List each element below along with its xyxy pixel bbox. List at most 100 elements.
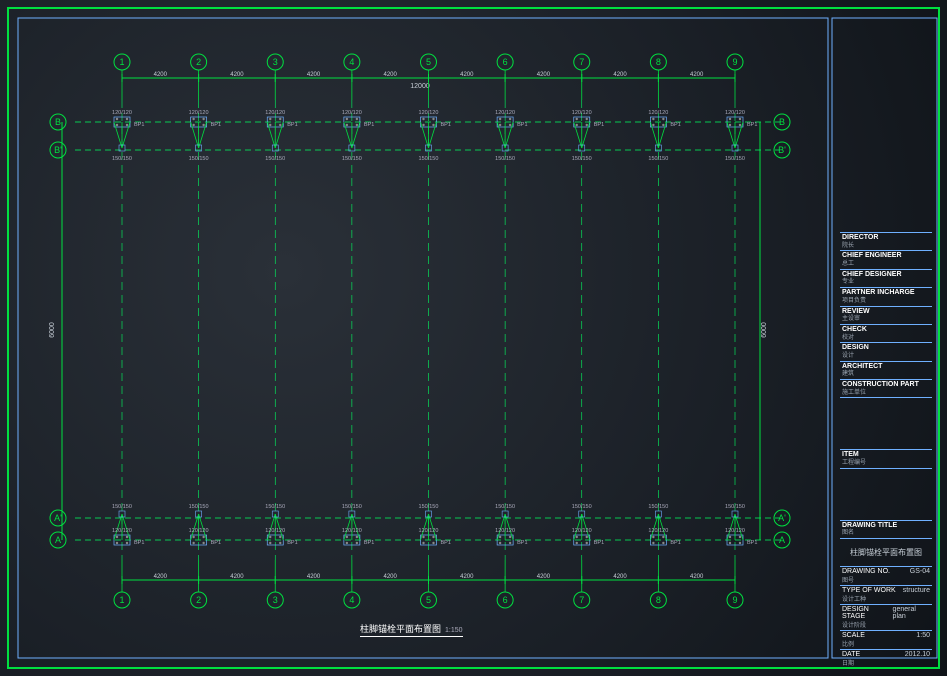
tb-role: CHIEF ENGINEER总工	[840, 250, 932, 268]
svg-text:120/120: 120/120	[725, 528, 745, 534]
svg-text:BP1: BP1	[517, 540, 527, 546]
svg-text:150/150: 150/150	[725, 156, 745, 162]
svg-text:120/120: 120/120	[648, 110, 668, 116]
svg-text:B': B'	[778, 145, 786, 155]
svg-text:120/120: 120/120	[265, 110, 285, 116]
svg-text:150/150: 150/150	[265, 156, 285, 162]
svg-text:2: 2	[196, 57, 201, 67]
svg-text:150/150: 150/150	[725, 504, 745, 510]
base-plate: 120/120BP1150/150	[725, 110, 757, 162]
svg-text:150/150: 150/150	[189, 504, 209, 510]
tb-drawing-title: DRAWING TITLE 图名	[840, 520, 932, 538]
svg-text:2: 2	[196, 595, 201, 605]
tb-role: CONSTRUCTION PART施工单位	[840, 379, 932, 397]
svg-text:B: B	[779, 117, 785, 127]
svg-text:BP1: BP1	[364, 122, 374, 128]
svg-text:150/150: 150/150	[265, 504, 285, 510]
dim-col-spacing: 4200	[537, 574, 551, 580]
svg-text:120/120: 120/120	[572, 528, 592, 534]
base-plate: 120/120BP1150/150	[189, 110, 221, 162]
svg-text:8: 8	[656, 57, 661, 67]
cad-drawing-canvas[interactable]: B B' A' A B B' A' A 12000 6000 6000 1112…	[0, 0, 947, 676]
row-bubbles: B B' A' A B B' A' A	[50, 114, 790, 548]
dim-col-spacing: 4200	[613, 72, 627, 78]
title-block: DIRECTOR院长CHIEF ENGINEER总工CHIEF DESIGNER…	[840, 232, 932, 668]
svg-text:BP1: BP1	[211, 122, 221, 128]
svg-text:BP1: BP1	[670, 540, 680, 546]
svg-text:BP1: BP1	[594, 540, 604, 546]
grid-dash-rows	[75, 122, 780, 540]
tb-role: REVIEW主设审	[840, 306, 932, 324]
dim-col-spacing: 4200	[307, 574, 321, 580]
svg-text:BP1: BP1	[364, 540, 374, 546]
svg-text:5: 5	[426, 57, 431, 67]
base-plate: 120/120BP1150/150	[648, 504, 680, 546]
svg-text:120/120: 120/120	[495, 528, 515, 534]
dim-col-spacing: 4200	[384, 72, 398, 78]
svg-text:BP1: BP1	[747, 540, 757, 546]
base-plate: 120/120BP1 150/150	[342, 110, 374, 162]
dim-col-spacing: 4200	[230, 72, 244, 78]
svg-text:120/120: 120/120	[112, 528, 132, 534]
svg-text:150/150: 150/150	[342, 156, 362, 162]
svg-text:BP1: BP1	[517, 122, 527, 128]
svg-text:BP1: BP1	[134, 540, 144, 546]
svg-text:A': A'	[778, 513, 786, 523]
dim-col-spacing: 4200	[384, 574, 398, 580]
tb-info-row: DESIGN STAGE设计阶段general plan	[840, 604, 932, 630]
dim-row-span-right: 6000	[761, 322, 768, 338]
svg-text:120/120: 120/120	[342, 528, 362, 534]
svg-text:120/120: 120/120	[342, 110, 362, 116]
svg-text:BP1: BP1	[670, 122, 680, 128]
tb-info-row: SCALE比例1:50	[840, 630, 932, 649]
tb-info-row: DRAWING NO.图号GS-04	[840, 566, 932, 585]
svg-text:4: 4	[349, 57, 354, 67]
svg-text:7: 7	[579, 57, 584, 67]
dim-col-spacing: 4200	[690, 574, 704, 580]
base-plate: 120/120BP1150/150	[189, 504, 221, 546]
dim-col-spacing: 4200	[690, 72, 704, 78]
tb-item: ITEM 工程编号	[840, 449, 932, 467]
svg-text:120/120: 120/120	[189, 110, 209, 116]
dim-col-spacing: 4200	[154, 574, 168, 580]
tb-role: ARCHITECT建筑	[840, 361, 932, 379]
tb-drawing-title-value: 柱脚锚栓平面布置图	[840, 538, 932, 566]
svg-text:3: 3	[273, 57, 278, 67]
svg-text:150/150: 150/150	[648, 504, 668, 510]
svg-text:150/150: 150/150	[419, 504, 439, 510]
svg-text:5: 5	[426, 595, 431, 605]
svg-text:150/150: 150/150	[495, 156, 515, 162]
tb-role: CHIEF DESIGNER专业	[840, 269, 932, 287]
svg-text:150/150: 150/150	[572, 156, 592, 162]
dim-col-spacing: 4200	[460, 574, 474, 580]
tb-info-row: DATE日期2012.10	[840, 649, 932, 668]
tb-role: DESIGN设计	[840, 342, 932, 360]
svg-text:1: 1	[119, 57, 124, 67]
svg-text:BP1: BP1	[594, 122, 604, 128]
svg-text:BP1: BP1	[441, 540, 451, 546]
svg-text:150/150: 150/150	[112, 156, 132, 162]
svg-text:120/120: 120/120	[572, 110, 592, 116]
dim-mid-span: 12000	[410, 83, 430, 90]
dim-col-spacing: 4200	[307, 72, 321, 78]
base-plate: 120/120BP1150/150	[495, 110, 527, 162]
svg-text:9: 9	[732, 57, 737, 67]
base-plate: 120/120BP1 150/150	[648, 110, 680, 162]
dim-col-spacing: 4200	[613, 574, 627, 580]
base-plate: 120/120BP1 150/150	[419, 504, 451, 546]
svg-text:A: A	[779, 535, 785, 545]
svg-text:4: 4	[349, 595, 354, 605]
svg-text:7: 7	[579, 595, 584, 605]
frame-outer	[8, 8, 939, 668]
base-plate: 120/120BP1 150/150	[572, 110, 604, 162]
base-plate: 120/120BP1 150/150	[265, 110, 297, 162]
tb-role: PARTNER INCHARGE项目负责	[840, 287, 932, 305]
svg-text:B: B	[55, 117, 61, 127]
svg-text:120/120: 120/120	[419, 528, 439, 534]
svg-text:BP1: BP1	[287, 122, 297, 128]
svg-text:6: 6	[503, 57, 508, 67]
base-plate: 120/120BP1150/150	[419, 110, 451, 162]
svg-text:BP1: BP1	[134, 122, 144, 128]
svg-text:B': B'	[54, 145, 62, 155]
svg-text:150/150: 150/150	[648, 156, 668, 162]
